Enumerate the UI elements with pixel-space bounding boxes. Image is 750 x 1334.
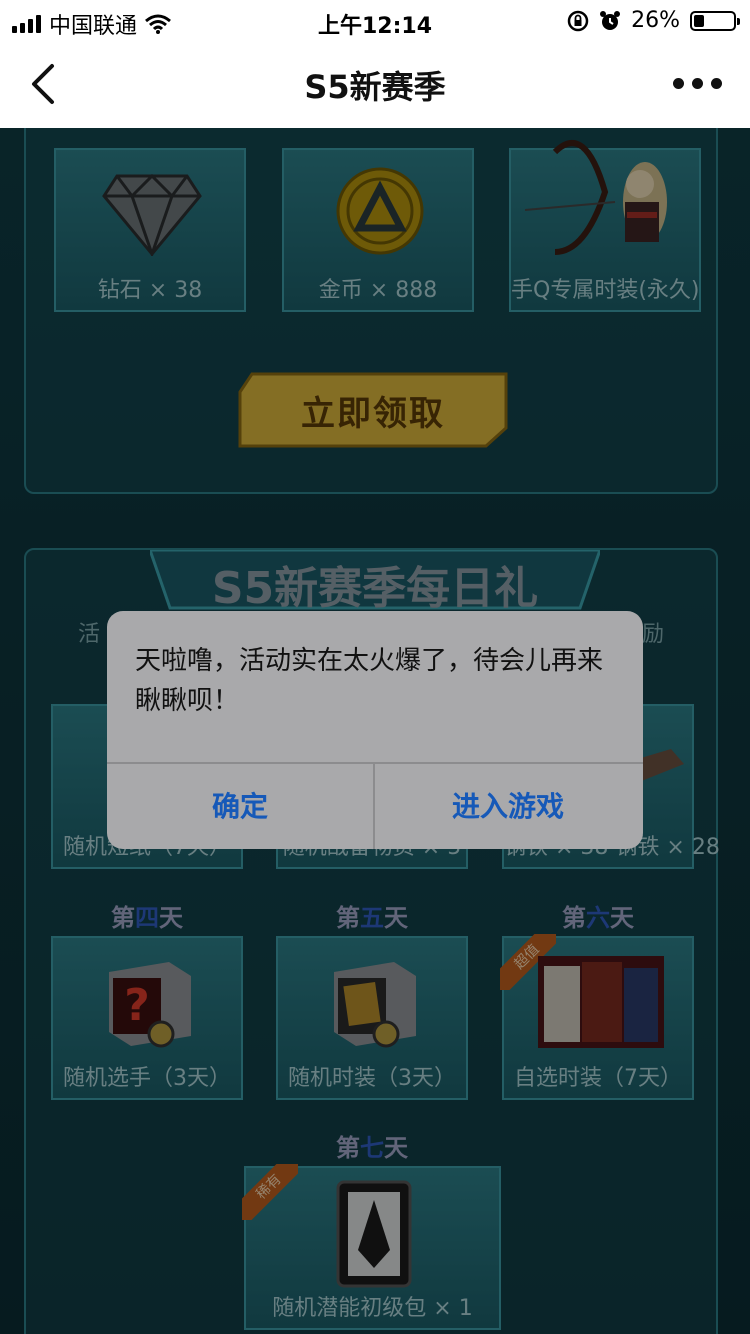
alarm-icon: [600, 10, 621, 30]
confirm-button[interactable]: 确定: [107, 764, 373, 849]
rotation-lock-icon: [567, 10, 589, 31]
more-options-icon[interactable]: [673, 78, 722, 89]
status-bar: 中国联通 上午12:14 26%: [0, 0, 750, 40]
battery-percent: 26%: [631, 8, 680, 33]
page-title: S5新赛季: [304, 68, 446, 106]
nav-bar: S5新赛季: [0, 40, 750, 128]
busy-alert-dialog: 天啦噜，活动实在太火爆了，待会儿再来瞅瞅呗！ 确定 进入游戏: [107, 611, 643, 849]
battery-icon: [690, 10, 740, 31]
enter-game-button[interactable]: 进入游戏: [375, 764, 641, 849]
dialog-message: 天啦噜，活动实在太火爆了，待会儿再来瞅瞅呗！: [135, 646, 604, 716]
